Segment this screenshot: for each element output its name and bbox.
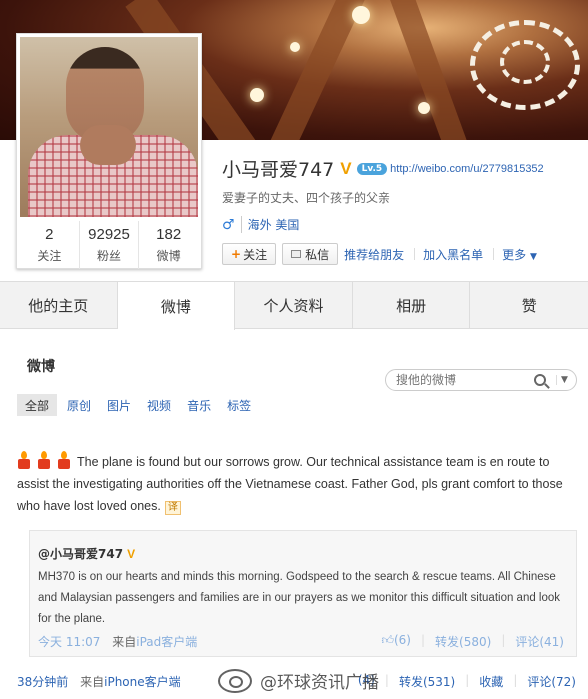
post-source-link[interactable]: iPhone客户端 — [104, 675, 181, 689]
avatar-hand — [80, 125, 136, 165]
post-meta: 38分钟前 来自iPhone客户端 — [17, 673, 181, 690]
candle-icon — [37, 451, 51, 469]
profile-name: 小马哥爱747 — [222, 159, 335, 181]
profile-stats: 2 关注 92925 粉丝 182 微博 — [20, 221, 198, 269]
post-body: The plane is found but our sorrows grow.… — [17, 451, 577, 517]
repost-like-button[interactable]: 👍︎(6) — [381, 633, 411, 650]
repost-forward-button[interactable]: 转发(580) — [435, 633, 491, 650]
more-label: 更多 — [502, 247, 527, 262]
repost-source-link[interactable]: iPad客户端 — [136, 635, 197, 649]
divider: | — [420, 633, 426, 647]
blacklist-link[interactable]: 加入黑名单 — [423, 246, 483, 263]
repost-box: @小马哥爱747 V MH370 is on our hearts and min… — [29, 530, 577, 657]
profile-meta-row: ♂ 海外 美国 — [222, 216, 299, 233]
feed-search[interactable]: ▼ — [385, 369, 577, 391]
stat-label: 微博 — [156, 249, 181, 263]
stat-value: 2 — [45, 226, 54, 243]
cover-beam — [258, 0, 368, 140]
divider — [414, 248, 416, 260]
cover-lamp — [418, 102, 430, 114]
filter-tags[interactable]: 标签 — [227, 394, 251, 416]
more-menu[interactable]: 更多 ▼ — [502, 246, 537, 263]
divider: | — [501, 633, 506, 647]
candle-icon — [57, 451, 71, 469]
feed-filters: 全部 原创 图片 视频 音乐 标签 — [17, 394, 267, 416]
stat-posts[interactable]: 182 微博 — [139, 221, 198, 269]
post-time-link[interactable]: 38分钟前 — [17, 675, 68, 689]
repost-author-link[interactable]: @小马哥爱747 — [38, 547, 123, 561]
divider: | — [513, 673, 518, 687]
post-actions: (4) | 转发(531) | 收藏 | 评论(72) — [358, 673, 576, 690]
forward-button[interactable]: 转发(531) — [399, 673, 455, 690]
chevron-down-icon: ▼ — [529, 251, 537, 262]
cover-beam — [386, 0, 478, 140]
repost-meta: 今天 11:07 来自iPad客户端 — [38, 633, 197, 650]
feed-title: 微博 — [27, 359, 55, 375]
stat-label: 粉丝 — [97, 249, 122, 263]
level-badge[interactable]: Lv.5 — [356, 162, 388, 175]
like-count: (6) — [393, 633, 411, 647]
filter-images[interactable]: 图片 — [107, 394, 131, 416]
profile-name-row: 小马哥爱747 V Lv.5 http://weibo.com/u/277981… — [222, 155, 544, 182]
candle-icon — [17, 451, 31, 469]
tab-weibo[interactable]: 微博 — [117, 282, 236, 330]
stat-value: 182 — [156, 226, 182, 243]
search-icon[interactable] — [534, 374, 546, 386]
post-text: The plane is found but our sorrows grow.… — [17, 455, 563, 513]
repost-time-link[interactable]: 今天 11:07 — [38, 635, 100, 649]
translate-icon[interactable]: 译 — [164, 501, 181, 515]
stat-followers[interactable]: 92925 粉丝 — [80, 221, 140, 269]
follow-label: 关注 — [243, 247, 268, 262]
repost-author-row: @小马哥爱747 V — [38, 545, 135, 562]
cover-lamp — [250, 88, 264, 102]
watermark: @环球资讯广播 — [218, 668, 379, 693]
verified-badge-icon: V — [127, 547, 136, 561]
filter-music[interactable]: 音乐 — [187, 394, 211, 416]
profile-tabs: 他的主页 微博 个人资料 相册 赞 — [0, 281, 588, 330]
thumbs-up-icon: 👍︎ — [381, 633, 394, 647]
message-label: 私信 — [305, 247, 330, 262]
repost-actions: 👍︎(6) | 转发(580) | 评论(41) — [381, 633, 564, 650]
message-button[interactable]: 私信 — [282, 243, 339, 265]
divider — [493, 248, 495, 260]
profile-actions: + 关注 私信 推荐给朋友 加入黑名单 更多 ▼ — [222, 243, 547, 265]
comment-button[interactable]: 评论(72) — [527, 673, 576, 690]
watermark-text: @环球资讯广播 — [260, 673, 379, 693]
favorite-button[interactable]: 收藏 — [479, 673, 503, 690]
verified-badge-icon[interactable]: V — [340, 159, 351, 179]
stat-value: 92925 — [88, 226, 130, 243]
filter-all[interactable]: 全部 — [17, 394, 58, 416]
avatar[interactable] — [20, 37, 198, 217]
male-icon: ♂ — [222, 216, 235, 233]
cover-rosette — [500, 40, 550, 84]
tab-home[interactable]: 他的主页 — [0, 282, 118, 329]
divider: | — [384, 673, 389, 687]
tab-album[interactable]: 相册 — [353, 282, 471, 329]
location-link[interactable]: 海外 美国 — [240, 216, 299, 233]
filter-videos[interactable]: 视频 — [147, 394, 171, 416]
cover-lamp — [352, 6, 370, 24]
envelope-icon — [291, 250, 302, 258]
source-prefix: 来自 — [112, 635, 137, 649]
stat-following[interactable]: 2 关注 — [20, 221, 80, 269]
tab-profile[interactable]: 个人资料 — [235, 282, 353, 329]
filter-original[interactable]: 原创 — [67, 394, 91, 416]
chevron-down-icon[interactable]: ▼ — [556, 375, 568, 385]
avatar-card: 2 关注 92925 粉丝 182 微博 — [16, 33, 202, 269]
weibo-logo-icon — [218, 668, 252, 693]
profile-bio: 爱妻子的丈夫、四个孩子的父亲 — [222, 191, 391, 205]
cover-lamp — [290, 42, 300, 52]
search-input[interactable] — [396, 373, 526, 387]
plus-icon: + — [231, 247, 242, 261]
divider: | — [465, 673, 470, 687]
tab-likes[interactable]: 赞 — [470, 282, 588, 329]
stat-label: 关注 — [37, 249, 62, 263]
follow-button[interactable]: + 关注 — [222, 243, 277, 265]
repost-text: MH370 is on our hearts and minds this mo… — [38, 571, 561, 625]
repost-comment-button[interactable]: 评论(41) — [515, 633, 564, 650]
profile-url-link[interactable]: http://weibo.com/u/2779815352 — [390, 163, 544, 175]
source-prefix: 来自 — [80, 675, 105, 689]
recommend-link[interactable]: 推荐给朋友 — [344, 246, 404, 263]
